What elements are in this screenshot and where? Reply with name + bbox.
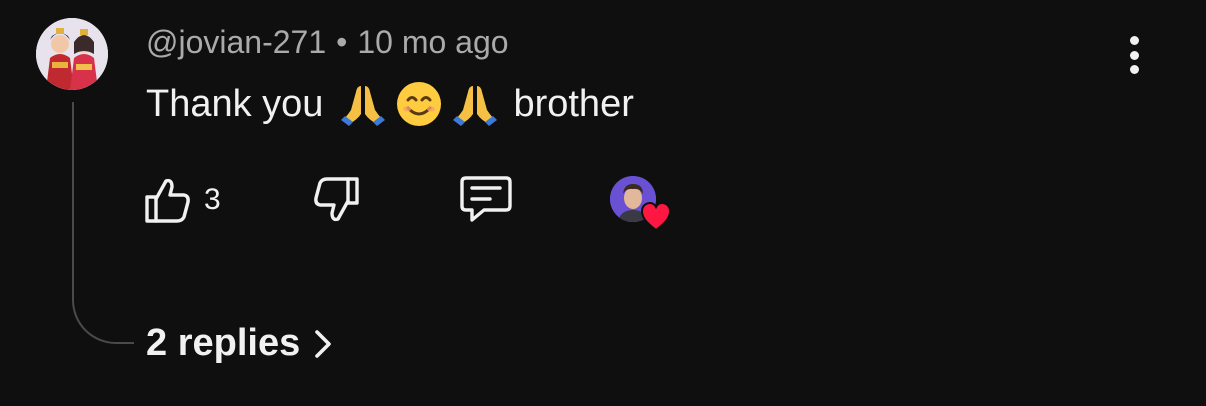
- author-avatar[interactable]: [36, 18, 108, 90]
- more-dot-icon: [1129, 50, 1139, 60]
- like-count: 3: [204, 183, 221, 216]
- author-handle[interactable]: @jovian-271: [146, 24, 326, 60]
- creator-heart: [606, 176, 672, 234]
- thumbs-down-icon: [314, 177, 359, 222]
- more-dot-icon: [1129, 36, 1139, 45]
- view-replies-button[interactable]: 2 replies: [146, 322, 332, 365]
- comment-text-end: brother: [513, 82, 634, 125]
- comment-text-start: Thank you: [146, 82, 324, 125]
- meta-separator: •: [336, 24, 348, 60]
- thumbs-up-icon: [145, 178, 190, 223]
- replies-label: 2 replies: [146, 322, 301, 364]
- comment-text: Thank you brother: [146, 80, 634, 128]
- comment-timestamp[interactable]: 10 mo ago: [357, 24, 508, 60]
- folded-hands-emoji-icon: [341, 86, 386, 126]
- comment-icon: [460, 176, 512, 222]
- more-options-button[interactable]: [1116, 34, 1152, 76]
- thread-line: [72, 102, 134, 344]
- dislike-button[interactable]: [312, 174, 360, 226]
- chevron-right-icon: [315, 329, 332, 358]
- like-button[interactable]: 3: [144, 174, 221, 226]
- reply-button[interactable]: [458, 174, 514, 226]
- more-dot-icon: [1129, 65, 1139, 74]
- heart-icon: [640, 202, 672, 232]
- comment-meta: @jovian-271 • 10 mo ago: [146, 24, 509, 61]
- folded-hands-emoji-icon: [453, 86, 498, 126]
- smiling-face-emoji-icon: [397, 82, 442, 126]
